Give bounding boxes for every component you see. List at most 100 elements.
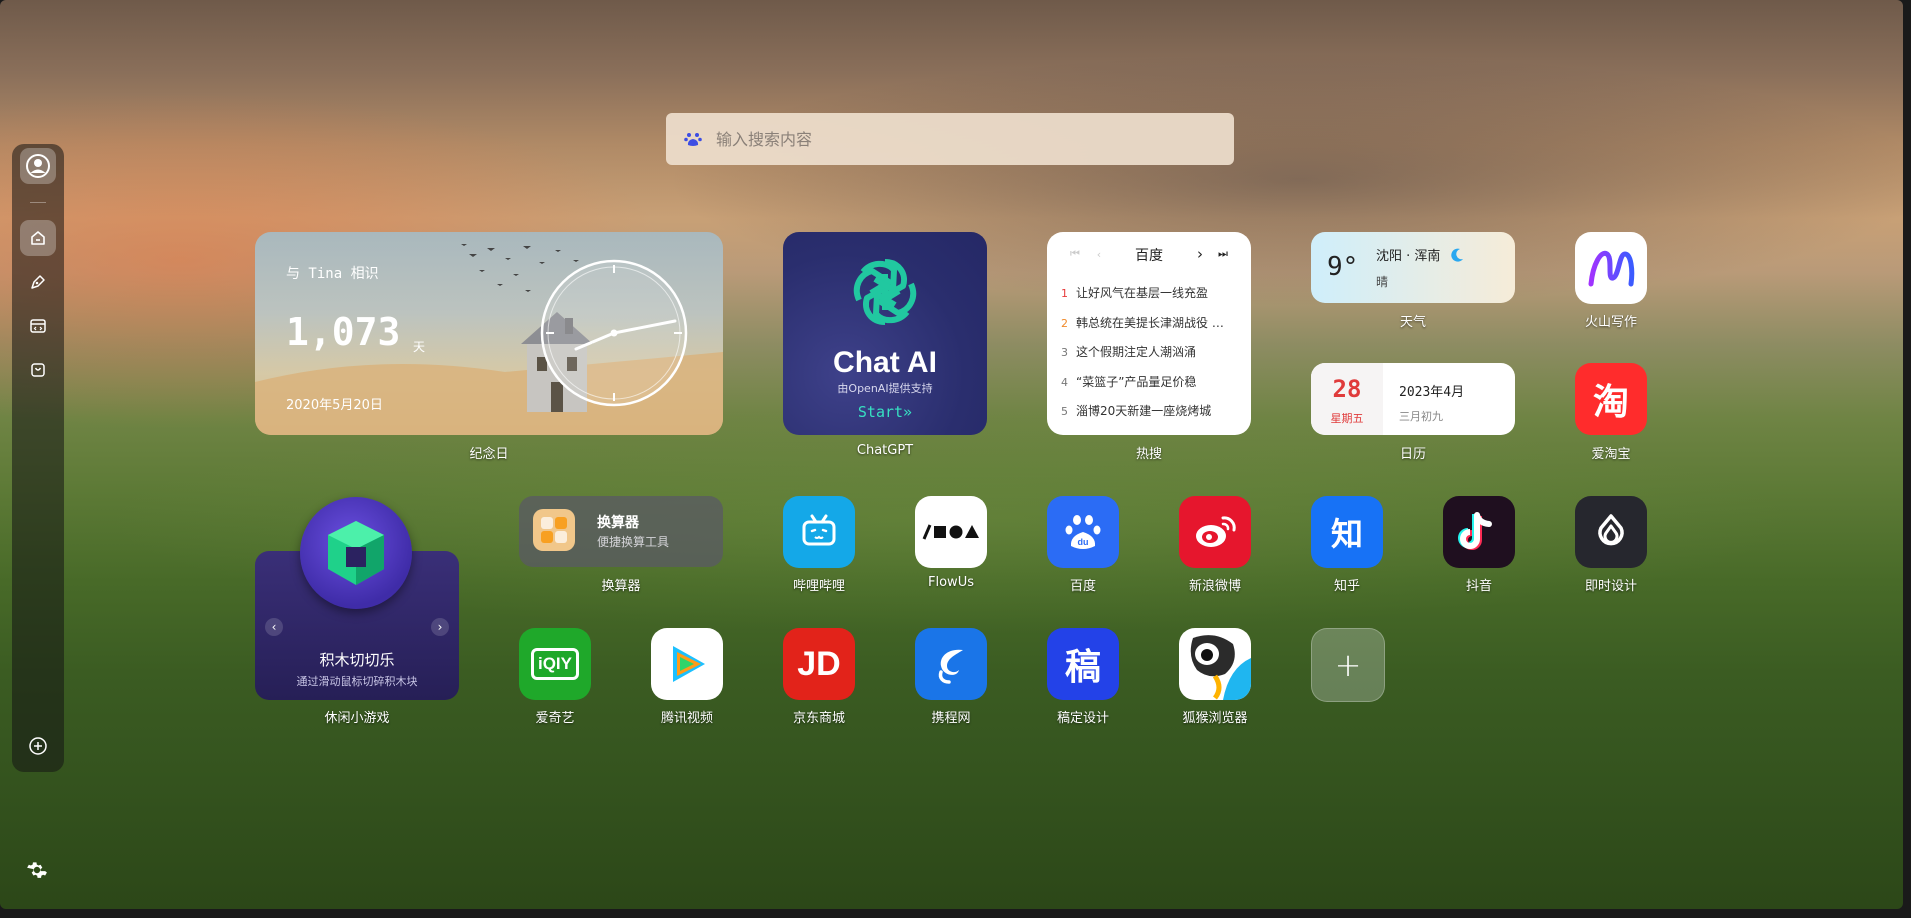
app-label: 火山写作 bbox=[1584, 315, 1637, 330]
app-weibo[interactable] bbox=[1179, 496, 1251, 568]
bilibili-tv-icon bbox=[802, 514, 836, 546]
anniversary-unit: 天 bbox=[413, 340, 426, 354]
home-icon bbox=[31, 231, 45, 245]
baidu-paw-icon: du bbox=[1065, 515, 1101, 549]
hot-search-rank: 3 bbox=[1061, 346, 1068, 359]
weibo-eye-icon bbox=[1196, 516, 1236, 547]
hot-search-widget: ⏮ ‹ 百度 › ⏭ 1 让好风气在基层一线充盈 2 韩总统在美提长津湖战役 … 3… bbox=[1047, 232, 1251, 435]
app-jishi-design[interactable] bbox=[1575, 496, 1647, 568]
anniversary-label: 纪念日 bbox=[469, 447, 509, 462]
hot-search-text: 淄博20天新建一座烧烤城 bbox=[1076, 404, 1212, 418]
app-gaoding-design[interactable]: 稿 bbox=[1047, 628, 1119, 700]
calendar-date-block: 28 星期五 bbox=[1311, 363, 1383, 435]
code-window-icon bbox=[30, 319, 46, 333]
app-lemur-browser[interactable] bbox=[1179, 628, 1251, 700]
game-next-button[interactable]: › bbox=[431, 618, 449, 636]
pen-icon bbox=[31, 275, 45, 289]
app-bilibili[interactable] bbox=[783, 496, 855, 568]
game-description: 通过滑动鼠标切碎积木块 bbox=[296, 675, 418, 688]
flowus-shapes-icon bbox=[922, 524, 979, 540]
calendar-label: 日历 bbox=[1399, 447, 1426, 462]
app-zhihu[interactable]: 知 bbox=[1311, 496, 1383, 568]
jd-icon: JD bbox=[797, 644, 841, 683]
user-avatar-button[interactable] bbox=[20, 148, 56, 184]
zhihu-icon: 知 bbox=[1330, 515, 1363, 553]
game-cover[interactable] bbox=[300, 497, 412, 609]
plus-icon: + bbox=[1334, 646, 1362, 684]
anniversary-title: 与 Tina 相识 bbox=[286, 266, 379, 282]
chatgpt-start-link[interactable]: Start» bbox=[783, 403, 987, 421]
user-icon bbox=[26, 154, 50, 178]
next-page-icon[interactable]: › bbox=[1190, 244, 1210, 264]
anniversary-widget[interactable]: 与 Tina 相识 1,073 天 2020年5月20日 bbox=[255, 232, 723, 435]
weather-widget[interactable]: 9° 沈阳 · 浑南 晴 bbox=[1311, 232, 1515, 303]
weather-city: 沈阳 · 浑南 bbox=[1376, 245, 1465, 264]
app-flowus[interactable] bbox=[915, 496, 987, 568]
app-label: 狐猴浏览器 bbox=[1182, 711, 1248, 726]
hot-search-item[interactable]: 3 这个假期注定人潮汹涌 bbox=[1061, 343, 1241, 373]
plus-circle-icon bbox=[29, 737, 47, 755]
converter-label: 换算器 bbox=[601, 579, 641, 594]
hot-search-rank: 5 bbox=[1061, 405, 1068, 418]
hot-search-rank: 2 bbox=[1061, 316, 1068, 330]
hot-search-list: 1 让好风气在基层一线充盈 2 韩总统在美提长津湖战役 … 3 这个假期注定人潮汹涌 … bbox=[1061, 284, 1241, 432]
shopping-bag-icon bbox=[31, 363, 45, 377]
game-prev-button[interactable]: ‹ bbox=[265, 618, 283, 636]
chatgpt-label: ChatGPT bbox=[856, 443, 914, 458]
green-cube-icon bbox=[328, 521, 384, 585]
search-input[interactable] bbox=[714, 128, 1234, 150]
app-huoshan-writing[interactable] bbox=[1575, 232, 1647, 304]
app-label: 新浪微博 bbox=[1188, 579, 1241, 594]
anniversary-day-count: 1,073 bbox=[286, 310, 401, 354]
last-page-icon[interactable]: ⏭ bbox=[1213, 244, 1233, 264]
app-label: 抖音 bbox=[1465, 579, 1492, 594]
sidebar-item-design[interactable] bbox=[20, 264, 56, 300]
hot-search-label: 热搜 bbox=[1135, 447, 1162, 462]
add-app-button[interactable]: + bbox=[1311, 628, 1385, 702]
settings-button[interactable] bbox=[24, 857, 50, 883]
hot-search-rank: 4 bbox=[1061, 375, 1068, 389]
hot-search-text: 韩总统在美提长津湖战役 … bbox=[1076, 315, 1224, 330]
app-douyin[interactable] bbox=[1443, 496, 1515, 568]
app-label: 哔哩哔哩 bbox=[792, 579, 845, 594]
chatgpt-widget[interactable]: Chat AI 由OpenAI提供支持 Start» bbox=[783, 232, 987, 435]
tencent-video-play-icon bbox=[673, 646, 705, 682]
app-label: 携程网 bbox=[931, 711, 971, 726]
app-label: 京东商城 bbox=[792, 711, 845, 726]
hot-search-rank: 1 bbox=[1061, 287, 1068, 300]
openai-logo-icon bbox=[853, 259, 917, 325]
sidebar-item-home[interactable] bbox=[20, 220, 56, 256]
app-baidu[interactable]: du bbox=[1047, 496, 1119, 568]
hot-search-item[interactable]: 2 韩总统在美提长津湖战役 … bbox=[1061, 314, 1241, 344]
app-iqiyi[interactable]: iQIY bbox=[519, 628, 591, 700]
gaoding-icon: 稿 bbox=[1064, 647, 1101, 688]
app-tencent-video[interactable] bbox=[651, 628, 723, 700]
gear-icon bbox=[27, 862, 47, 878]
taobao-icon: 淘 bbox=[1592, 382, 1629, 423]
hot-search-text: 这个假期注定人潮汹涌 bbox=[1076, 345, 1197, 359]
app-label: 稿定设计 bbox=[1056, 711, 1109, 726]
app-jd[interactable]: JD bbox=[783, 628, 855, 700]
app-label: 百度 bbox=[1069, 579, 1096, 594]
hot-search-item[interactable]: 4 “菜篮子”产品量足价稳 bbox=[1061, 373, 1241, 403]
search-bar[interactable] bbox=[666, 113, 1234, 165]
chatgpt-title: Chat AI bbox=[833, 346, 937, 379]
sidebar-item-developer[interactable] bbox=[20, 308, 56, 344]
app-taobao[interactable]: 淘 bbox=[1575, 363, 1647, 435]
sidebar-divider bbox=[30, 202, 46, 203]
game-name: 积木切切乐 bbox=[319, 651, 395, 669]
jishi-design-icon bbox=[1598, 514, 1624, 546]
ctrip-dolphin-icon bbox=[938, 649, 963, 684]
app-label: 即时设计 bbox=[1584, 579, 1637, 594]
hot-search-item[interactable]: 1 让好风气在基层一线充盈 bbox=[1061, 284, 1241, 314]
sidebar-add-button[interactable] bbox=[20, 728, 56, 764]
converter-widget[interactable]: 换算器 便捷换算工具 bbox=[519, 496, 723, 567]
sidebar-item-shopping[interactable] bbox=[20, 352, 56, 388]
app-ctrip[interactable] bbox=[915, 628, 987, 700]
hot-search-item[interactable]: 5 淄博20天新建一座烧烤城 bbox=[1061, 402, 1241, 432]
calendar-widget[interactable]: 28 星期五 2023年4月 三月初九 bbox=[1311, 363, 1515, 435]
mini-game-label: 休闲小游戏 bbox=[324, 711, 390, 726]
weather-label: 天气 bbox=[1399, 315, 1426, 330]
lemur-browser-icon bbox=[1190, 635, 1251, 700]
weather-city-text: 沈阳 · 浑南 bbox=[1376, 249, 1441, 264]
